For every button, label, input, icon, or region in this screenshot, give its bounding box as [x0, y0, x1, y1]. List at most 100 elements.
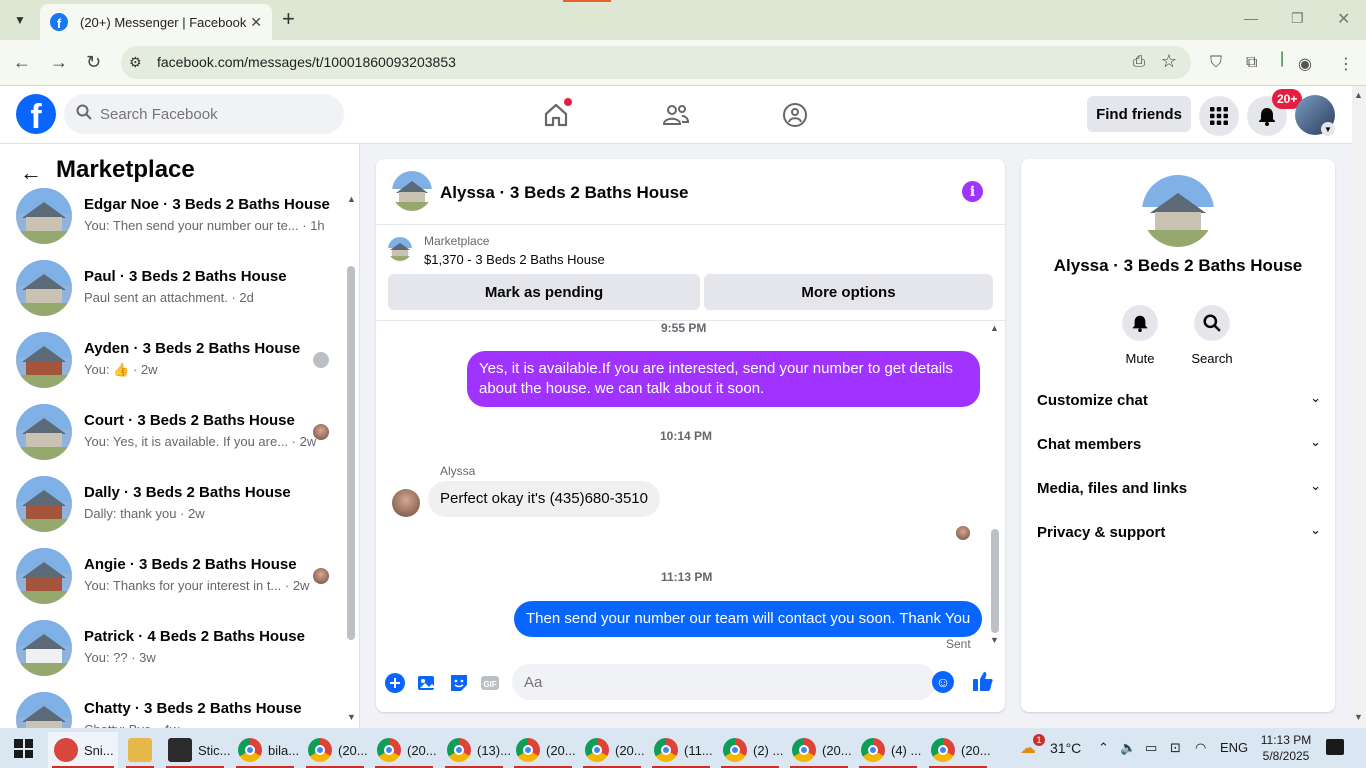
seen-receipt-avatar [313, 568, 329, 584]
thumbs-up-icon[interactable] [972, 670, 994, 692]
conversation-item[interactable]: Angie · 3 Beds 2 Baths House You: Thanks … [0, 540, 345, 612]
conversation-item[interactable]: Patrick · 4 Beds 2 Baths House You: ?? · … [0, 612, 345, 684]
site-info-icon[interactable]: ⚙ [129, 54, 142, 71]
battery-icon[interactable]: ▭ [1145, 740, 1157, 756]
conversation-list-scrollbar[interactable]: ▲ ▼ [344, 194, 358, 724]
install-app-icon[interactable]: ⎙ [1133, 53, 1145, 70]
taskbar-app-button[interactable]: (20... [786, 732, 852, 768]
mark-as-pending-button[interactable]: Mark as pending [388, 274, 700, 310]
taskbar-app-button[interactable]: (4) ... [855, 732, 921, 768]
restore-icon[interactable]: ❐ [1291, 10, 1304, 27]
taskbar-app-button[interactable]: (2) ... [717, 732, 783, 768]
tab-close-icon[interactable]: ✕ [250, 14, 262, 31]
conversation-item[interactable]: Paul · 3 Beds 2 Baths House Paul sent an … [0, 252, 345, 324]
address-bar[interactable]: ⚙ facebook.com/messages/t/10001860093203… [121, 46, 1191, 79]
speaker-icon[interactable]: 🔈 [1120, 740, 1136, 756]
menu-kebab-icon[interactable]: ⋮ [1338, 54, 1354, 74]
scrollbar-thumb[interactable] [347, 266, 355, 640]
taskbar-app-label: (20... [961, 742, 991, 758]
taskbar-app-button[interactable]: (20... [510, 732, 576, 768]
chat-members-section[interactable]: Chat members ⌄ [1037, 430, 1321, 460]
extensions-puzzle-icon[interactable]: ⧉ [1246, 54, 1257, 72]
windows-start-icon[interactable] [14, 739, 33, 758]
listing-thumbnail [16, 260, 72, 316]
taskbar-app-button[interactable]: (13)... [441, 732, 511, 768]
find-friends-button[interactable]: Find friends [1087, 96, 1191, 132]
facebook-favicon-icon: f [50, 13, 68, 31]
listing-thumbnail[interactable] [388, 237, 412, 261]
outgoing-message[interactable]: Then send your number our team will cont… [514, 601, 983, 637]
listing-price-title[interactable]: $1,370 - 3 Beds 2 Baths House [424, 252, 605, 267]
shield-extension-icon[interactable]: ⛉ [1210, 54, 1222, 72]
page-scrollbar[interactable]: ▲ ▼ [1352, 86, 1366, 728]
groups-icon[interactable] [777, 98, 813, 132]
conversation-item[interactable]: Edgar Noe · 3 Beds 2 Baths House You: The… [0, 180, 345, 252]
bookmark-star-icon[interactable]: ☆ [1161, 51, 1177, 72]
outgoing-message[interactable]: Yes, it is available.If you are interest… [467, 351, 980, 407]
photo-icon[interactable] [416, 672, 438, 694]
search-in-chat-button[interactable]: Search [1182, 305, 1242, 366]
facebook-search[interactable] [64, 94, 344, 134]
notification-center-icon[interactable] [1326, 739, 1344, 755]
conversation-item[interactable]: Dally · 3 Beds 2 Baths House Dally: thank… [0, 468, 345, 540]
more-options-button[interactable]: More options [704, 274, 993, 310]
sender-avatar[interactable] [392, 489, 420, 517]
taskbar-app-button[interactable]: (20... [302, 732, 368, 768]
back-icon[interactable]: ← [13, 52, 31, 73]
message-input[interactable] [512, 664, 936, 700]
browser-tab-messenger[interactable]: f (20+) Messenger | Facebook ✕ [40, 4, 272, 40]
search-input[interactable] [100, 94, 330, 134]
taskbar-app-button[interactable]: (20... [371, 732, 437, 768]
search-icon [1194, 305, 1230, 341]
privacy-support-section[interactable]: Privacy & support ⌄ [1037, 518, 1321, 548]
conversation-item[interactable]: Ayden · 3 Beds 2 Baths House You: 👍 · 2w [0, 324, 345, 396]
facebook-logo-icon[interactable]: f [16, 94, 56, 134]
taskbar-app-button[interactable]: (11... [648, 732, 714, 768]
weather-widget[interactable]: ☁ 31°C [1020, 738, 1081, 758]
media-files-links-section[interactable]: Media, files and links ⌄ [1037, 474, 1321, 504]
forward-icon[interactable]: → [50, 52, 68, 73]
scrollbar-thumb[interactable] [991, 529, 999, 633]
conversation-item[interactable]: Court · 3 Beds 2 Baths House You: Yes, it… [0, 396, 345, 468]
info-icon[interactable]: i [962, 181, 983, 202]
incoming-message[interactable]: Perfect okay it's (435)680-3510 [428, 481, 660, 517]
taskbar-app-button[interactable]: Stic... [162, 732, 231, 768]
home-notification-dot [564, 98, 572, 106]
account-chevron-down-icon[interactable]: ▼ [1321, 122, 1335, 136]
weather-badge: 1 [1033, 734, 1045, 746]
new-tab-icon[interactable]: + [282, 8, 295, 30]
emoji-icon[interactable]: ☺ [932, 671, 954, 693]
taskbar-app-button[interactable] [122, 732, 158, 768]
device-icon[interactable]: ⊡ [1170, 740, 1181, 756]
chat-avatar[interactable] [392, 171, 432, 211]
network-icon[interactable]: ◠ [1195, 740, 1206, 756]
taskbar-app-button[interactable]: (20... [579, 732, 645, 768]
conversation-avatar[interactable] [1142, 175, 1214, 247]
minimize-icon[interactable]: — [1244, 10, 1258, 26]
conversation-item[interactable]: Chatty · 3 Beds 2 Baths HouseChatty: Bye… [0, 684, 345, 728]
friends-icon[interactable] [658, 98, 694, 132]
mute-label: Mute [1125, 351, 1155, 366]
timestamp: 10:14 PM [660, 429, 713, 443]
taskbar-app-button[interactable]: (20... [925, 732, 991, 768]
menu-grid-icon[interactable] [1199, 96, 1239, 136]
url-text[interactable]: facebook.com/messages/t/1000186009320385… [157, 54, 456, 70]
reload-icon[interactable]: ↻ [86, 52, 101, 73]
mute-button[interactable]: Mute [1110, 305, 1170, 366]
conversation-name: Angie · 3 Beds 2 Baths House [84, 556, 297, 573]
profile-icon[interactable]: ◉ [1298, 54, 1312, 74]
customize-chat-section[interactable]: Customize chat ⌄ [1037, 386, 1321, 416]
language-indicator[interactable]: ENG [1220, 740, 1248, 755]
taskbar-app-button[interactable]: bila... [232, 732, 299, 768]
home-icon[interactable] [538, 98, 574, 132]
chevron-up-icon[interactable]: ⌃ [1098, 740, 1109, 756]
gif-icon[interactable]: GIF [479, 672, 501, 694]
sticker-icon[interactable] [448, 672, 470, 694]
close-window-icon[interactable]: ✕ [1337, 9, 1350, 29]
plus-icon[interactable] [384, 672, 406, 694]
clock[interactable]: 11:13 PM 5/8/2025 [1256, 732, 1316, 764]
taskbar-app-button[interactable]: Sni... [48, 732, 118, 768]
message-thread-scrollbar[interactable]: ▲ ▼ [988, 321, 1002, 651]
tab-search-chevron-icon[interactable]: ▼ [8, 8, 32, 32]
chat-title[interactable]: Alyssa · 3 Beds 2 Baths House [440, 183, 688, 203]
